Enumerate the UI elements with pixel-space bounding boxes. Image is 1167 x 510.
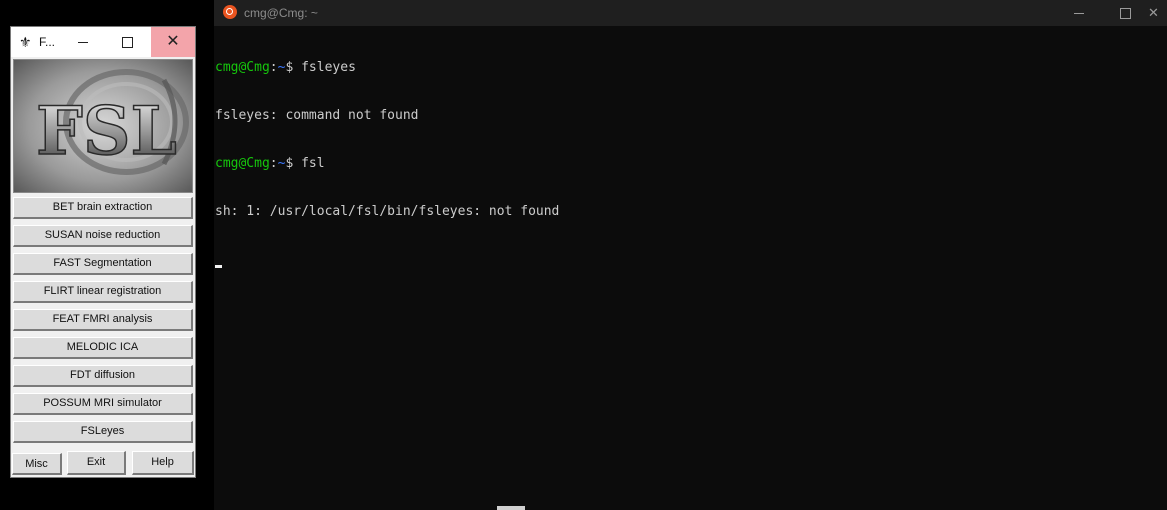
output-text: fsleyes: command not found [215, 108, 419, 123]
exit-button[interactable]: Exit [67, 451, 126, 475]
help-button[interactable]: Help [132, 451, 194, 475]
prompt-separator: : [269, 156, 278, 171]
fsl-logo-text: FSL [36, 92, 177, 170]
scrollbar-thumb[interactable] [1160, 66, 1165, 126]
maximize-icon [121, 36, 133, 48]
prompt-separator: : [269, 60, 278, 75]
terminal-titlebar[interactable]: cmg@Cmg: ~ ✕ [214, 0, 1167, 26]
terminal-title: cmg@Cmg: ~ [244, 6, 318, 20]
close-icon: ✕ [166, 33, 180, 50]
terminal-output[interactable]: cmg@Cmg:~$ fsleyes fsleyes: command not … [215, 28, 1160, 300]
prompt-user: cmg@Cmg [215, 156, 270, 171]
terminal-scrollbar[interactable] [1159, 26, 1167, 510]
fsl-logo: FSL [13, 59, 193, 193]
text-cursor [215, 265, 222, 268]
terminal-line: cmg@Cmg:~$ fsl [215, 156, 1160, 172]
terminal-line [215, 252, 1160, 268]
fsl-maximize-button[interactable] [105, 27, 149, 57]
output-text: sh: 1: /usr/local/fsl/bin/fsleyes: not f… [215, 204, 560, 219]
bet-brain-extraction-button[interactable]: BET brain extraction [13, 197, 193, 219]
terminal-window[interactable]: cmg@Cmg: ~ ✕ cmg@Cmg:~$ fsleyes fsleyes:… [214, 0, 1167, 510]
terminal-line: cmg@Cmg:~$ fsleyes [215, 60, 1160, 76]
fdt-diffusion-button[interactable]: FDT diffusion [13, 365, 193, 387]
flirt-linear-registration-button[interactable]: FLIRT linear registration [13, 281, 193, 303]
minimize-icon [1074, 12, 1084, 14]
fsl-minimize-button[interactable] [61, 27, 105, 57]
feat-fmri-analysis-button[interactable]: FEAT FMRI analysis [13, 309, 193, 331]
fsl-trident-icon: ⚜ [19, 34, 32, 50]
ubuntu-icon [223, 5, 237, 19]
terminal-maximize-button[interactable] [1102, 0, 1148, 26]
fast-segmentation-button[interactable]: FAST Segmentation [13, 253, 193, 275]
taskbar-indicator [497, 506, 525, 510]
misc-button[interactable]: Misc [12, 453, 62, 475]
fsl-titlebar[interactable]: ⚜ F... ✕ [11, 27, 195, 57]
prompt-user: cmg@Cmg [215, 60, 270, 75]
terminal-minimize-button[interactable] [1056, 0, 1102, 26]
command-text: $ fsl [285, 156, 325, 171]
susan-noise-reduction-button[interactable]: SUSAN noise reduction [13, 225, 193, 247]
close-icon: ✕ [1148, 5, 1159, 20]
fsl-close-button[interactable]: ✕ [151, 27, 195, 57]
possum-mri-simulator-button[interactable]: POSSUM MRI simulator [13, 393, 193, 415]
melodic-ica-button[interactable]: MELODIC ICA [13, 337, 193, 359]
fsl-window-title: F... [39, 35, 56, 49]
command-text: $ fsleyes [285, 60, 356, 75]
terminal-line: sh: 1: /usr/local/fsl/bin/fsleyes: not f… [215, 204, 1160, 220]
terminal-close-button[interactable]: ✕ [1148, 0, 1167, 26]
maximize-icon [1119, 7, 1131, 19]
fsleyes-button[interactable]: FSLeyes [13, 421, 193, 443]
minimize-icon [78, 41, 88, 43]
terminal-line: fsleyes: command not found [215, 108, 1160, 124]
fsl-window[interactable]: ⚜ F... ✕ FSL BET brain extraction SUSAN … [10, 26, 196, 478]
